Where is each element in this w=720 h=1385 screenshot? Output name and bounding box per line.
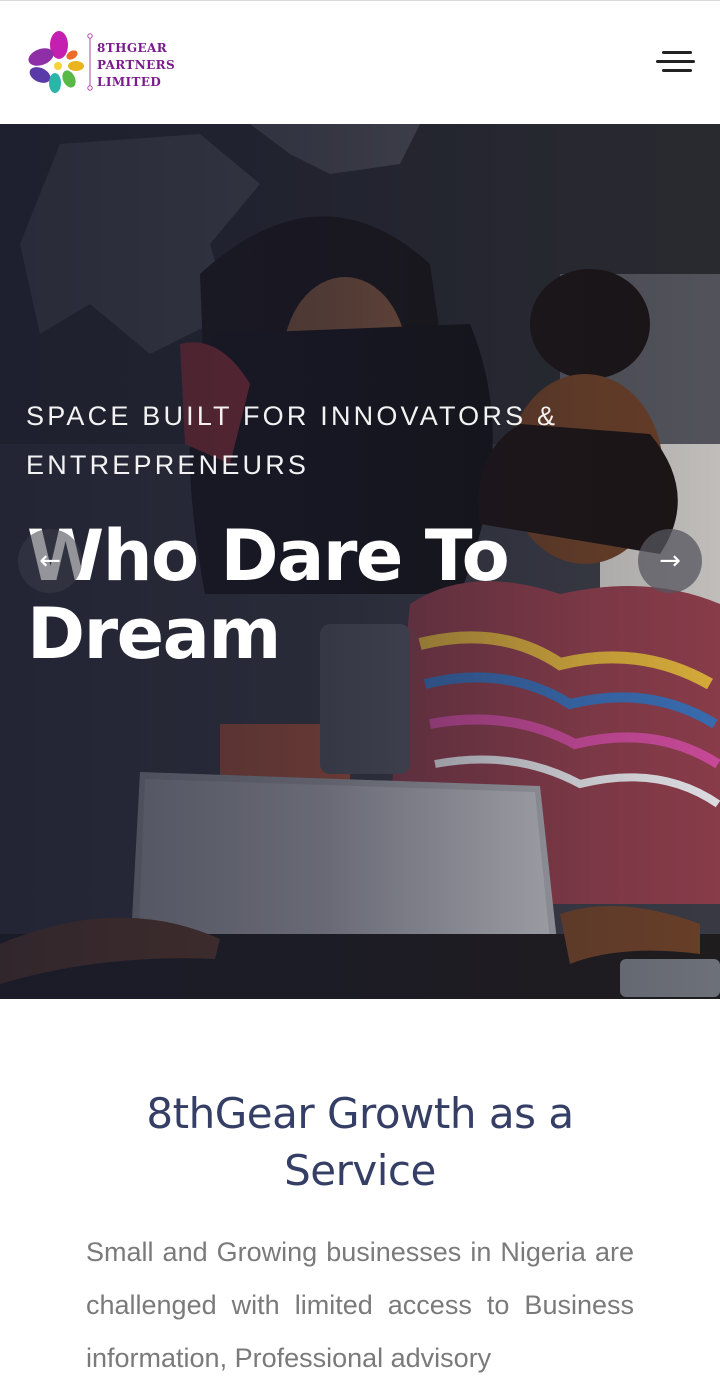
flower-logo-icon: [28, 31, 84, 93]
hero-eyebrow: SPACE BUILT FOR INNOVATORS & ENTREPRENEU…: [26, 401, 559, 480]
company-logo[interactable]: 8THGEAR PARTNERS LIMITED: [27, 29, 177, 97]
section-title-line-1: 8thGear Growth as a: [146, 1089, 574, 1138]
logo-divider: [87, 33, 93, 91]
menu-line: [662, 69, 692, 72]
site-header: 8THGEAR PARTNERS LIMITED: [0, 0, 720, 124]
menu-line: [662, 51, 692, 54]
hero-slider: SPACE BUILT FOR INNOVATORS & ENTREPRENEU…: [0, 124, 720, 999]
section-title: 8thGear Growth as a Service: [60, 1085, 660, 1199]
slider-next-button[interactable]: →: [638, 529, 702, 593]
logo-text: 8THGEAR PARTNERS LIMITED: [97, 40, 175, 91]
hero-title: Who Dare To Dream: [27, 517, 587, 673]
hero-title-line-2: Dream: [27, 593, 281, 675]
arrow-left-icon: ←: [39, 546, 61, 576]
hero-title-line-1: Who Dare To: [27, 515, 510, 597]
logo-line-1: 8THGEAR: [97, 41, 168, 55]
menu-line: [656, 60, 695, 63]
section-title-line-2: Service: [284, 1146, 436, 1195]
arrow-right-icon: →: [659, 546, 681, 576]
logo-line-2: PARTNERS: [97, 58, 176, 72]
section-body-text: Small and Growing businesses in Nigeria …: [86, 1237, 634, 1373]
hamburger-menu-icon[interactable]: [652, 47, 698, 83]
logo-line-3: LIMITED: [97, 75, 162, 89]
slider-prev-button[interactable]: ←: [18, 529, 82, 593]
